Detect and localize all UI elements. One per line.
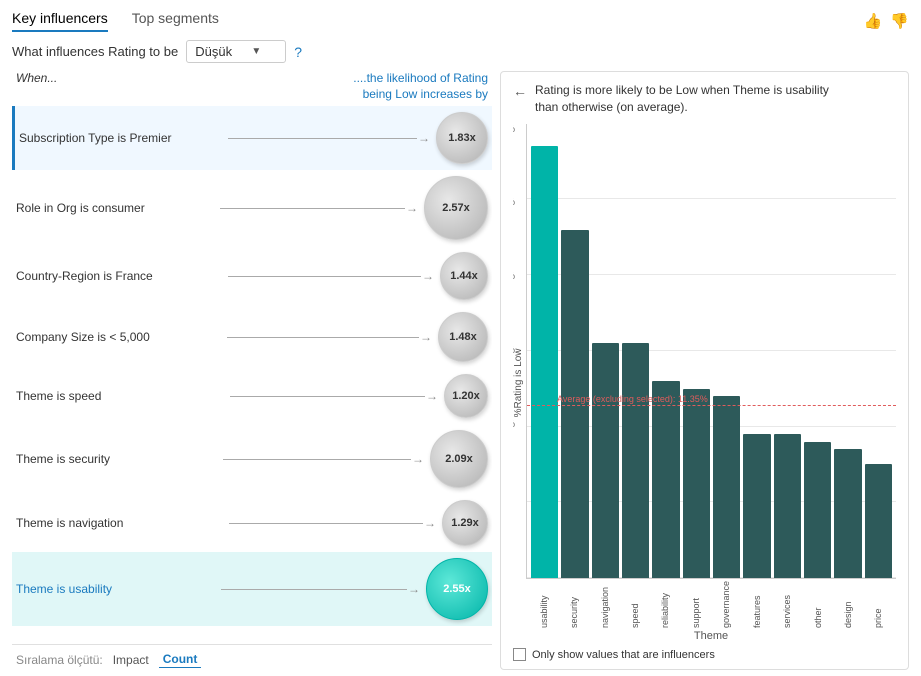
arrow-tip-icon: →: [412, 452, 424, 466]
x-axis-label: services: [782, 581, 792, 628]
rating-dropdown[interactable]: Düşük ▼: [186, 40, 286, 63]
right-panel: ← Rating is more likely to be Low when T…: [500, 71, 909, 670]
influencer-label: Theme is security: [16, 452, 217, 466]
x-axis-label: reliability: [660, 581, 670, 628]
help-icon[interactable]: ?: [294, 44, 302, 60]
sort-label: Sıralama ölçütü:: [16, 653, 103, 667]
influencer-label: Subscription Type is Premier: [19, 131, 222, 145]
chart-grid: 30% 25% 20% 15% 10% 5% 0%: [526, 124, 896, 579]
avg-line-label: Average (excluding selected): 11.35%: [557, 394, 708, 404]
x-axis-label: usability: [539, 581, 549, 628]
x-axis-labels: usability security navigation speed reliabil…: [526, 579, 896, 628]
y-label: 5%: [513, 493, 515, 504]
sort-count-button[interactable]: Count: [159, 651, 202, 668]
checkbox-influencers[interactable]: [513, 648, 526, 661]
sort-impact-button[interactable]: Impact: [109, 652, 153, 668]
chart-wrapper: %Rating is Low 30% 25% 20% 15% 10% 5%: [513, 124, 896, 642]
bottom-bar: Sıralama ölçütü: Impact Count: [12, 644, 492, 670]
y-label: 25%: [513, 197, 515, 208]
y-label: 15%: [513, 345, 515, 356]
influencer-label: Theme is usability: [16, 582, 215, 596]
col-likelihood-label: ....the likelihood of Rating being Low i…: [348, 71, 488, 102]
left-panel: When... ....the likelihood of Rating bei…: [12, 71, 492, 670]
dropdown-value: Düşük: [195, 44, 232, 59]
multiplier-bubble: 2.09x: [430, 430, 488, 488]
arrow-tip-icon: →: [424, 516, 436, 530]
x-axis-label: features: [752, 581, 762, 628]
influencer-item[interactable]: Theme is speed → 1.20x: [12, 368, 492, 424]
checkbox-row: Only show values that are influencers: [513, 648, 896, 661]
arrow-line: →: [228, 131, 431, 145]
x-axis-label: speed: [630, 581, 640, 628]
x-axis-label: security: [569, 581, 579, 628]
y-label: 0%: [513, 567, 515, 578]
arrow-tip-icon: →: [420, 330, 432, 344]
multiplier-bubble: 1.29x: [442, 500, 488, 546]
y-labels: 30% 25% 20% 15% 10% 5% 0%: [513, 124, 515, 578]
multiplier-bubble: 2.57x: [424, 176, 488, 240]
arrow-line: →: [230, 389, 438, 403]
avg-line: [527, 405, 896, 406]
multiplier-bubble: 1.48x: [438, 312, 488, 362]
tab-key-influencers[interactable]: Key influencers: [12, 10, 108, 32]
arrow-line: →: [223, 452, 424, 466]
chart-content: 30% 25% 20% 15% 10% 5% 0%: [526, 124, 896, 642]
y-label: 20%: [513, 271, 515, 282]
x-axis-label: support: [691, 581, 701, 628]
feedback-icons: 👍 👎: [864, 12, 909, 30]
arrow-tip-icon: →: [422, 269, 434, 283]
chart-area: %Rating is Low 30% 25% 20% 15% 10% 5%: [513, 124, 896, 661]
influencer-item[interactable]: Theme is security → 2.09x: [12, 424, 492, 494]
influencer-label: Country-Region is France: [16, 269, 222, 283]
influencer-item[interactable]: Theme is usability → 2.55x: [12, 552, 492, 626]
y-label: 10%: [513, 419, 515, 430]
arrow-line: →: [220, 201, 418, 215]
arrow-line: →: [228, 269, 434, 283]
influencer-item[interactable]: Subscription Type is Premier → 1.83x: [12, 106, 492, 170]
subtitle-row: What influences Rating to be Düşük ▼ ?: [12, 40, 909, 63]
influencer-item[interactable]: Role in Org is consumer → 2.57x: [12, 170, 492, 246]
back-arrow-icon[interactable]: ←: [513, 83, 527, 99]
influencer-label: Company Size is < 5,000: [16, 330, 221, 344]
column-headers: When... ....the likelihood of Rating bei…: [12, 71, 492, 102]
x-axis-label: price: [873, 581, 883, 628]
x-axis-title: Theme: [526, 630, 896, 642]
dropdown-arrow-icon: ▼: [251, 46, 261, 57]
right-header: ← Rating is more likely to be Low when T…: [513, 82, 896, 116]
influencer-item[interactable]: Company Size is < 5,000 → 1.48x: [12, 306, 492, 368]
arrow-tip-icon: →: [426, 389, 438, 403]
thumbs-up-icon[interactable]: 👍: [864, 12, 883, 30]
x-axis-label: governance: [721, 581, 731, 628]
bars-container: [527, 124, 896, 578]
tab-top-segments[interactable]: Top segments: [132, 10, 219, 32]
subtitle-prefix: What influences Rating to be: [12, 44, 178, 59]
x-axis-label: other: [813, 581, 823, 628]
chart-title: Rating is more likely to be Low when The…: [535, 82, 855, 116]
y-label: 30%: [513, 124, 515, 135]
multiplier-bubble: 1.83x: [436, 112, 488, 164]
influencer-list: Subscription Type is Premier → 1.83x Rol…: [12, 106, 492, 642]
multiplier-bubble: 1.44x: [440, 252, 488, 300]
arrow-line: →: [227, 330, 432, 344]
x-axis-label: design: [843, 581, 853, 628]
col-when-label: When...: [16, 71, 57, 85]
tab-bar: Key influencers Top segments: [12, 10, 219, 32]
arrow-line: →: [221, 582, 420, 596]
x-axis-label: navigation: [600, 581, 610, 628]
influencer-label: Theme is speed: [16, 389, 224, 403]
influencer-label: Role in Org is consumer: [16, 201, 214, 215]
thumbs-down-icon[interactable]: 👎: [890, 12, 909, 30]
multiplier-bubble: 2.55x: [426, 558, 488, 620]
arrow-tip-icon: →: [406, 201, 418, 215]
influencer-item[interactable]: Country-Region is France → 1.44x: [12, 246, 492, 306]
main-area: When... ....the likelihood of Rating bei…: [12, 71, 909, 670]
checkbox-label: Only show values that are influencers: [532, 649, 715, 661]
influencer-label: Theme is navigation: [16, 516, 223, 530]
arrow-tip-icon: →: [418, 131, 430, 145]
arrow-line: →: [229, 516, 436, 530]
multiplier-bubble: 1.20x: [444, 374, 488, 418]
influencer-item[interactable]: Theme is navigation → 1.29x: [12, 494, 492, 552]
arrow-tip-icon: →: [408, 582, 420, 596]
